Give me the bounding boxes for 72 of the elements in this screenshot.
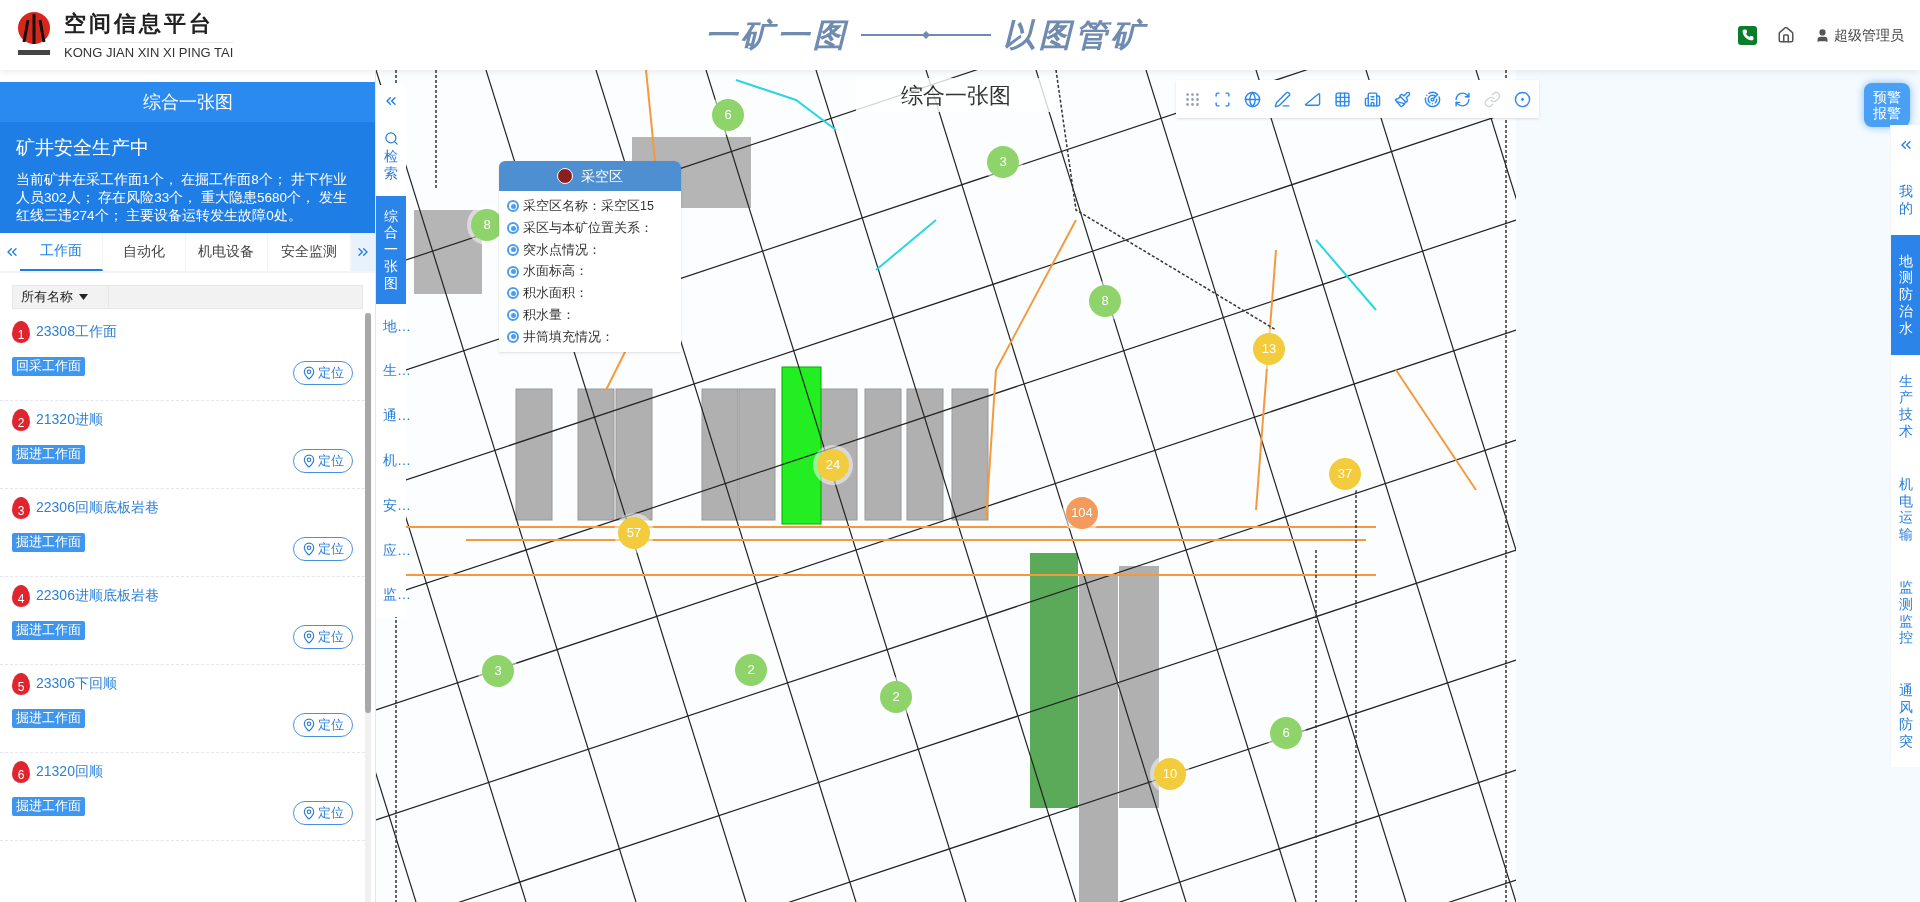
side-tab[interactable]: 检索: [376, 117, 406, 196]
module-tab[interactable]: 机电运输: [1890, 457, 1920, 561]
category-tab[interactable]: 工作面: [20, 232, 103, 271]
globe-icon[interactable]: [1244, 90, 1261, 108]
slogan-text: 一矿一图: [704, 16, 849, 55]
map-pin-marker: 1: [12, 320, 30, 343]
status-title: 矿井安全生产中: [16, 136, 150, 160]
item-name[interactable]: 21320回顺: [36, 761, 103, 782]
grip-icon[interactable]: [1184, 90, 1201, 108]
scrollbar[interactable]: [365, 312, 371, 902]
company-logo: [16, 12, 52, 58]
category-tab[interactable]: 自动化: [102, 232, 186, 271]
tabs-next-button[interactable]: [351, 232, 375, 271]
item-type-tag: 掘进工作面: [12, 709, 85, 728]
grid-icon[interactable]: [1334, 90, 1351, 108]
angle-icon[interactable]: [1304, 90, 1321, 108]
module-tab[interactable]: 生产技术: [1890, 354, 1920, 458]
item-type-tag: 掘进工作面: [12, 797, 85, 816]
search-icon: [383, 131, 399, 146]
radar-icon[interactable]: [1424, 90, 1441, 108]
module-tab[interactable]: 我的: [1890, 165, 1920, 235]
category-tab[interactable]: 机电设备: [185, 232, 269, 271]
pin-icon: [302, 453, 316, 468]
pin-icon: [302, 541, 316, 556]
goaf-icon: [557, 168, 573, 184]
panel-title: 综合一张图: [0, 82, 375, 122]
map-pin-marker: 6: [12, 760, 30, 783]
item-type-tag: 掘进工作面: [12, 533, 85, 552]
item-name[interactable]: 23308工作面: [36, 321, 117, 342]
popup-field: 水面标高：: [523, 262, 588, 281]
item-type-tag: 掘进工作面: [12, 445, 85, 464]
pin-icon: [302, 629, 316, 644]
platform-subtitle: KONG JIAN XIN XI PING TAI: [64, 44, 234, 63]
popup-title: 采空区: [581, 166, 623, 186]
popup-field: 井筒填充情况：: [523, 327, 614, 347]
item-type-tag: 掘进工作面: [12, 621, 85, 640]
slogan-text: 以图管矿: [1002, 16, 1147, 55]
phone-icon[interactable]: [1738, 25, 1757, 45]
popup-field: 积水面积：: [523, 284, 588, 303]
alert-button[interactable]: 预警报警: [1864, 83, 1910, 127]
popup-field: 积水量：: [523, 305, 575, 325]
item-name[interactable]: 22306进顺底板岩巷: [36, 585, 159, 606]
pen-icon[interactable]: [1274, 90, 1291, 108]
refresh-icon[interactable]: [1454, 90, 1471, 108]
map-pin-marker: 5: [12, 672, 30, 695]
pin-icon: [302, 365, 316, 380]
user-name[interactable]: 超级管理员: [1834, 24, 1904, 46]
building-icon[interactable]: [1364, 90, 1381, 108]
pin-icon: [302, 717, 316, 732]
pin-icon: [302, 805, 316, 820]
status-summary: 当前矿井在采工作面1个， 在掘工作面8个； 井下作业人员302人； 存在风险33个， 重大隐患5680个， 发生红线三违274个； 主要设备运转发生故障0处。: [16, 170, 348, 225]
popup-field: 采空区名称：采空区15: [523, 197, 654, 216]
item-name[interactable]: 23306下回顺: [36, 673, 117, 694]
popup-field: 采区与本矿位置关系：: [523, 218, 653, 238]
item-type-tag: 回采工作面: [12, 357, 85, 376]
target-icon[interactable]: [1514, 90, 1531, 108]
item-name[interactable]: 22306回顺底板岩巷: [36, 497, 159, 518]
brush-icon[interactable]: [1394, 90, 1411, 108]
module-tab[interactable]: 通风防突: [1890, 664, 1920, 768]
side-tab[interactable]: 综合一张图: [376, 195, 406, 304]
module-tab[interactable]: 地测防治水: [1890, 234, 1920, 355]
home-icon[interactable]: [1777, 26, 1795, 44]
map-pin-marker: 4: [12, 584, 30, 607]
item-name[interactable]: 21320进顺: [36, 409, 103, 430]
map-pin-marker: 3: [12, 496, 30, 519]
popup-field: 突水点情况：: [523, 240, 601, 260]
map-pin-marker: 2: [12, 408, 30, 431]
user-icon: [1815, 27, 1830, 43]
slogan-divider-icon: [860, 30, 991, 40]
module-tab[interactable]: 监测监控: [1890, 560, 1920, 665]
fullscreen-icon[interactable]: [1214, 90, 1231, 108]
platform-title: 空间信息平台: [64, 7, 234, 44]
